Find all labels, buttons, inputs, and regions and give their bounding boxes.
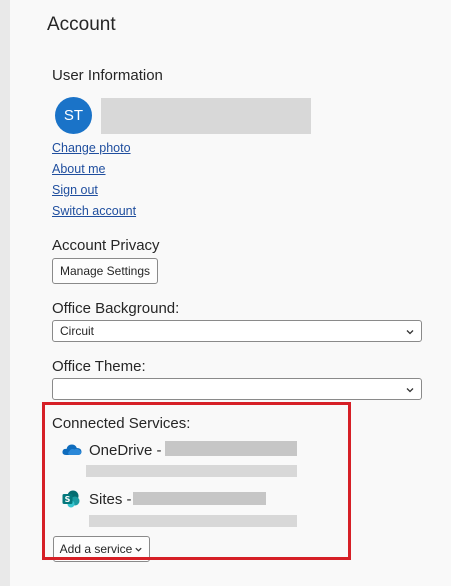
chevron-down-icon: [406, 388, 414, 393]
office-background-value: Circuit: [60, 324, 95, 338]
redacted-user-name: [101, 98, 311, 134]
switch-account-link[interactable]: Switch account: [52, 204, 136, 218]
avatar-initials: ST: [63, 107, 84, 124]
about-me-link[interactable]: About me: [52, 162, 106, 176]
office-theme-select[interactable]: [52, 378, 422, 400]
sign-out-link[interactable]: Sign out: [52, 183, 98, 197]
chevron-down-icon: [406, 330, 414, 335]
change-photo-link[interactable]: Change photo: [52, 141, 131, 155]
manage-settings-button[interactable]: Manage Settings: [52, 258, 158, 284]
office-background-heading: Office Background:: [52, 300, 180, 317]
account-privacy-heading: Account Privacy: [52, 237, 160, 254]
office-background-select[interactable]: Circuit: [52, 320, 422, 342]
page-title: Account: [47, 14, 116, 35]
user-information-heading: User Information: [52, 67, 163, 84]
avatar[interactable]: ST: [55, 97, 92, 134]
office-theme-heading: Office Theme:: [52, 358, 146, 375]
connected-services-highlight-box: [42, 402, 351, 560]
